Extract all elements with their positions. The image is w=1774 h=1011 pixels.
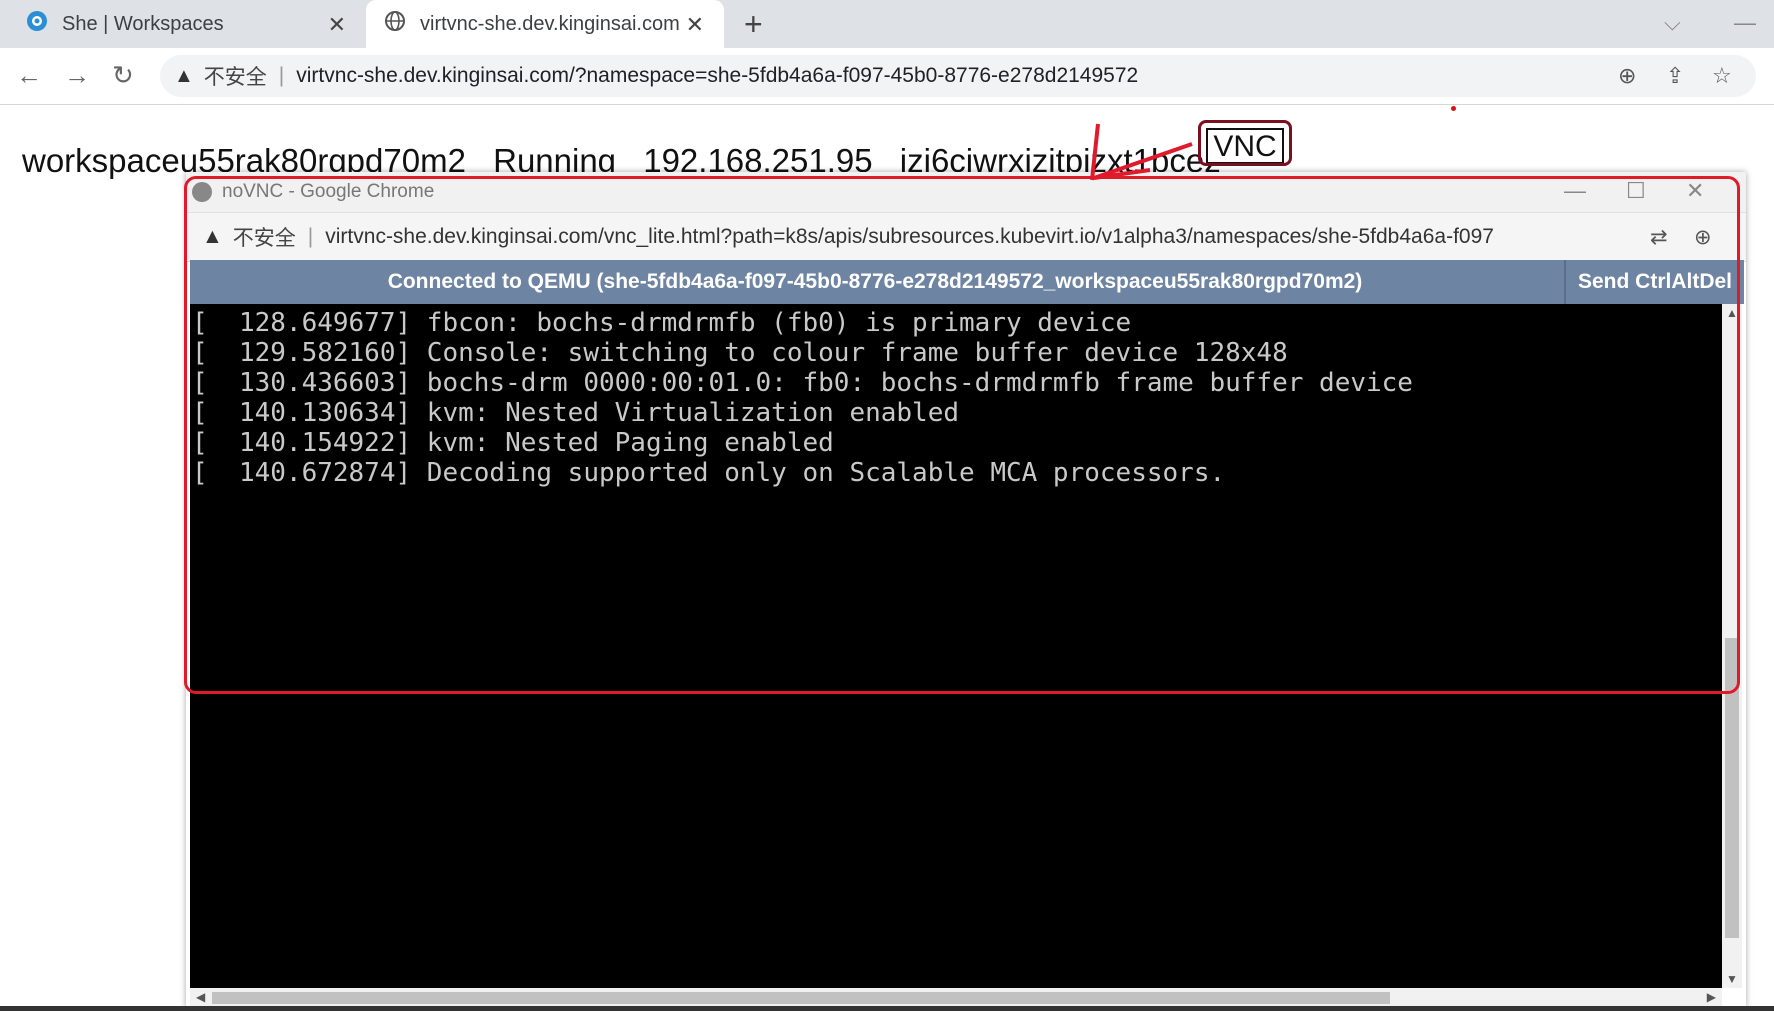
zoom-icon[interactable]: ⊕ (1694, 225, 1712, 250)
scroll-right-arrow-icon[interactable]: ▶ (1707, 990, 1716, 1004)
popup-window-title: noVNC - Google Chrome (222, 181, 435, 202)
minimize-icon[interactable]: — (1734, 10, 1756, 36)
console-line: [ 140.154922] kvm: Nested Paging enabled (192, 428, 834, 458)
zoom-icon[interactable]: ⊕ (1618, 63, 1636, 89)
tab-workspaces[interactable]: She | Workspaces ✕ (0, 0, 366, 48)
translate-icon[interactable]: ⇄ (1650, 225, 1668, 250)
popup-maximize-icon[interactable]: ☐ (1626, 178, 1646, 204)
popup-address-bar[interactable]: ▲ 不安全 | virtvnc-she.dev.kinginsai.com/vn… (186, 212, 1746, 262)
url-text[interactable]: virtvnc-she.dev.kinginsai.com/?namespace… (296, 64, 1138, 88)
taskbar-edge (0, 1006, 1774, 1011)
popup-title-bar: noVNC - Google Chrome — ☐ ✕ (186, 172, 1746, 212)
horizontal-scrollbar[interactable]: ◀ ▶ (190, 988, 1722, 1008)
globe-icon (384, 10, 406, 38)
url-host: virtvnc-she.dev.kinginsai.com (325, 225, 598, 248)
address-separator: | (278, 64, 285, 87)
vertical-scroll-thumb[interactable] (1725, 638, 1739, 938)
connection-status: Connected to QEMU (she-5fdb4a6a-f097-45b… (387, 270, 1363, 293)
console-line: [ 130.436603] bochs-drm 0000:00:01.0: fb… (192, 368, 1413, 398)
novnc-status-bar: Connected to QEMU (she-5fdb4a6a-f097-45b… (190, 260, 1744, 304)
address-bar[interactable]: ▲ 不安全 | virtvnc-she.dev.kinginsai.com/?n… (160, 55, 1756, 97)
address-separator: | (307, 225, 314, 248)
popup-close-icon[interactable]: ✕ (1686, 178, 1704, 204)
reload-icon[interactable]: ↻ (112, 60, 134, 91)
scroll-up-arrow-icon[interactable]: ▲ (1726, 306, 1738, 320)
console-line: [ 128.649677] fbcon: bochs-drmdrmfb (fb0… (192, 308, 1132, 338)
url-path: /?namespace=she-5fdb4a6a-f097-45b0-8776-… (568, 64, 1139, 87)
tab-virtvnc[interactable]: virtvnc-she.dev.kinginsai.com/ ✕ (366, 0, 724, 48)
console-line: [ 140.130634] kvm: Nested Virtualization… (192, 398, 960, 428)
annotation-dot (1451, 106, 1456, 111)
bookmark-star-icon[interactable]: ☆ (1712, 63, 1732, 89)
tab-title: virtvnc-she.dev.kinginsai.com/ (420, 12, 680, 35)
console-line: [ 129.582160] Console: switching to colo… (192, 338, 1288, 368)
tab-search-chevron-icon[interactable]: ⌵ (1664, 10, 1681, 36)
horizontal-scroll-thumb[interactable] (212, 992, 1390, 1004)
browser-toolbar: ← → ↻ ▲ 不安全 | virtvnc-she.dev.kinginsai.… (0, 48, 1774, 105)
back-arrow-icon[interactable]: ← (16, 60, 42, 91)
console-output: [ 128.649677] fbcon: bochs-drmdrmfb (fb0… (190, 304, 1722, 488)
security-label: 不安全 (232, 227, 296, 250)
chrome-globe-icon (192, 182, 212, 202)
close-tab-icon[interactable]: ✕ (686, 12, 704, 38)
warning-triangle-icon: ▲ (202, 225, 223, 248)
popup-minimize-icon[interactable]: — (1564, 178, 1586, 204)
security-label: 不安全 (203, 66, 267, 89)
new-tab-button[interactable]: + (744, 6, 763, 43)
scroll-down-arrow-icon[interactable]: ▼ (1726, 972, 1738, 986)
warning-triangle-icon: ▲ (174, 64, 194, 87)
close-tab-icon[interactable]: ✕ (328, 12, 346, 38)
url-host: virtvnc-she.dev.kinginsai.com (296, 64, 569, 87)
console-line: [ 140.672874] Decoding supported only on… (192, 458, 1226, 488)
vnc-button-highlight (1198, 120, 1292, 166)
novnc-popup-window: noVNC - Google Chrome — ☐ ✕ ▲ 不安全 | virt… (186, 172, 1746, 1008)
forward-arrow-icon[interactable]: → (64, 60, 90, 91)
tab-strip: She | Workspaces ✕ virtvnc-she.dev.kingi… (0, 0, 1774, 48)
url-path: /vnc_lite.html?path=k8s/apis/subresource… (597, 225, 1496, 248)
vertical-scrollbar[interactable]: ▲ ▼ (1722, 304, 1742, 988)
send-ctrlaltdel-button[interactable]: Send CtrlAltDel (1564, 260, 1744, 304)
share-icon[interactable]: ⇪ (1666, 63, 1684, 89)
popup-url-text[interactable]: virtvnc-she.dev.kinginsai.com/vnc_lite.h… (325, 225, 1495, 249)
tab-title: She | Workspaces (62, 12, 224, 35)
vnc-screen[interactable]: [ 128.649677] fbcon: bochs-drmdrmfb (fb0… (190, 304, 1722, 988)
app-logo-icon (26, 10, 48, 38)
scroll-left-arrow-icon[interactable]: ◀ (196, 990, 205, 1004)
